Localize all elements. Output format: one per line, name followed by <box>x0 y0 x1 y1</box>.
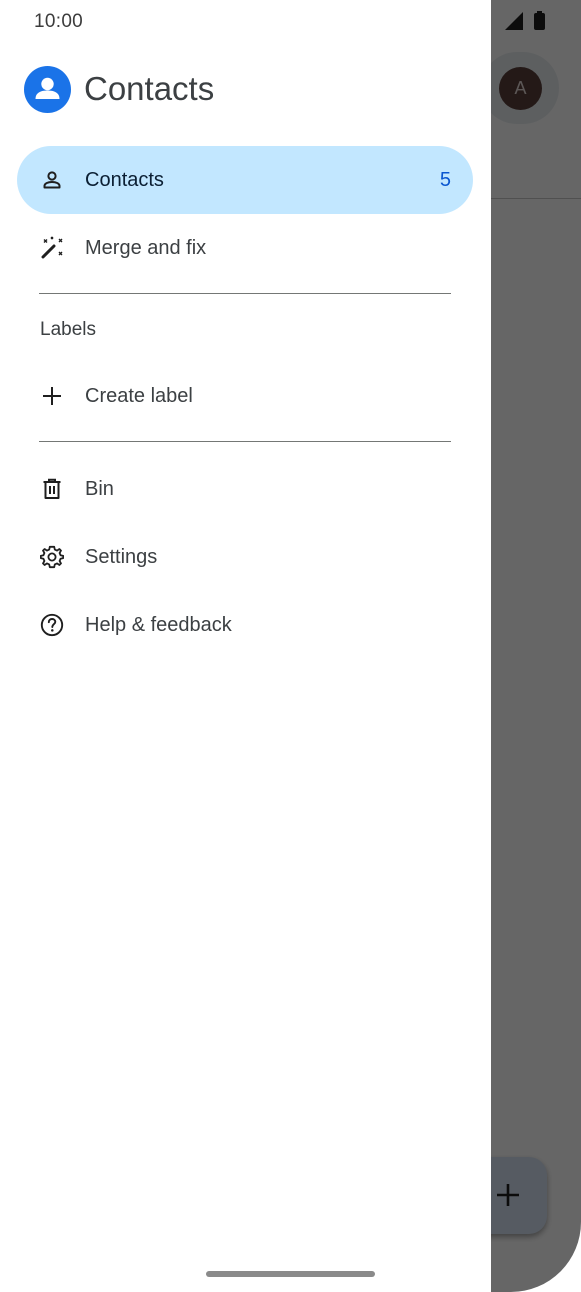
help-circle-icon <box>40 613 64 637</box>
create-label-button[interactable]: Create label <box>17 362 473 430</box>
person-icon <box>43 171 61 189</box>
plus-icon <box>43 387 61 405</box>
nav-item-label: Bin <box>85 478 114 500</box>
divider <box>39 293 451 294</box>
nav-item-contacts[interactable]: Contacts 5 <box>17 146 473 214</box>
nav-item-bin[interactable]: Bin <box>17 455 473 523</box>
nav-item-help-feedback[interactable]: Help & feedback <box>17 591 473 659</box>
magic-wand-icon <box>41 236 63 259</box>
labels-heading: Labels <box>40 319 96 340</box>
nav-item-label: Merge and fix <box>85 237 207 259</box>
home-indicator[interactable] <box>206 1271 375 1277</box>
contacts-count-badge: 5 <box>439 169 451 191</box>
nav-item-label: Help & feedback <box>85 614 232 636</box>
screen: A 10:00 Contacts <box>0 0 581 1292</box>
status-time: 10:00 <box>34 11 84 32</box>
app-title: Contacts <box>84 70 215 107</box>
nav-item-label: Create label <box>85 385 193 407</box>
nav-item-settings[interactable]: Settings <box>17 523 473 591</box>
gear-icon <box>40 545 64 569</box>
contacts-person-icon <box>24 66 71 113</box>
nav-item-label: Settings <box>85 546 158 568</box>
navigation-drawer: 10:00 Contacts Contacts 5 Merge and fix … <box>0 0 491 1292</box>
divider <box>39 441 451 442</box>
trash-icon <box>43 478 61 499</box>
nav-item-label: Contacts <box>85 169 164 191</box>
nav-item-merge-and-fix[interactable]: Merge and fix <box>17 214 473 282</box>
